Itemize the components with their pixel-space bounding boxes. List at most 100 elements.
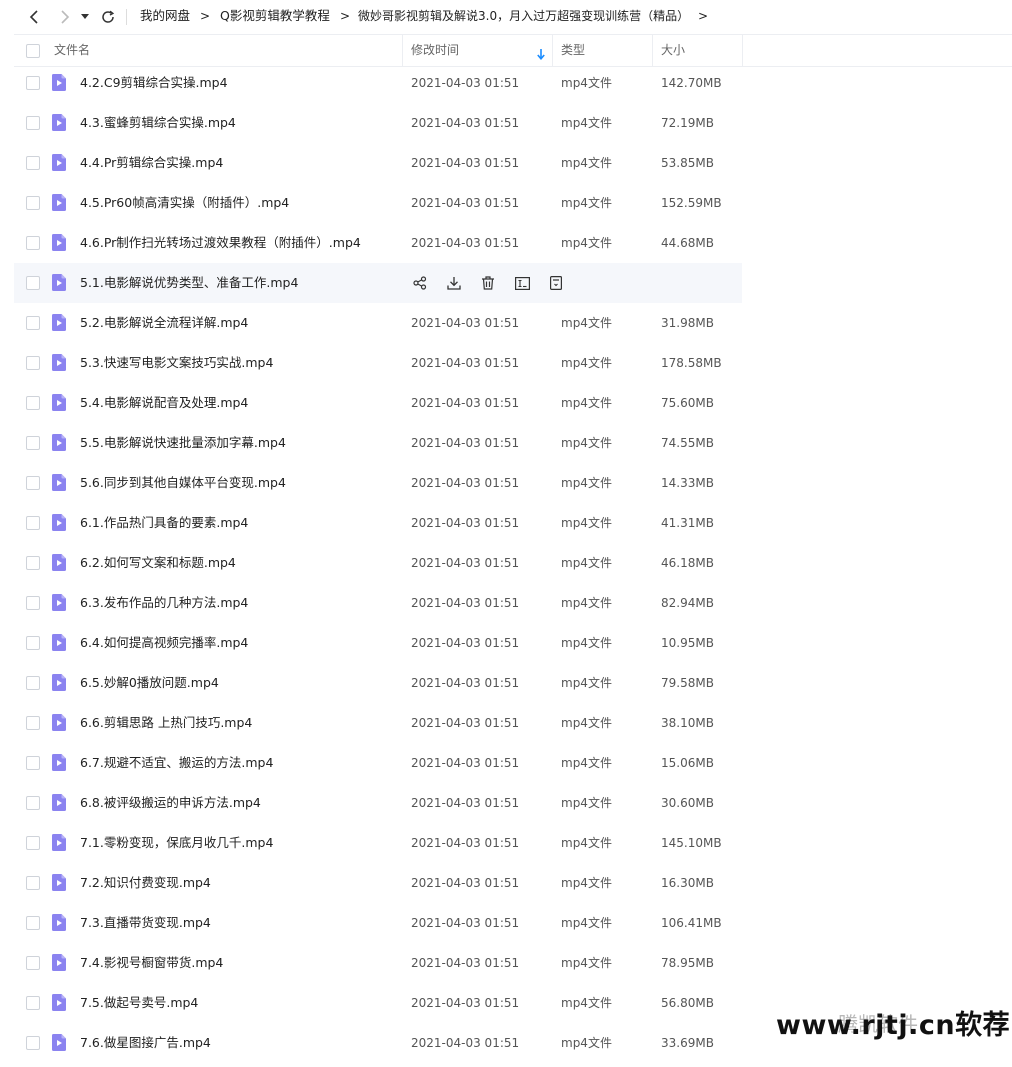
file-name[interactable]: 7.3.直播带货变现.mp4: [80, 903, 211, 943]
file-row[interactable]: 4.5.Pr60帧高清实操（附插件）.mp4 2021-04-03 01:51 mp…: [14, 183, 742, 223]
history-dropdown-button[interactable]: [79, 8, 91, 26]
file-row[interactable]: 6.4.如何提高视频完播率.mp4 2021-04-03 01:51 mp4文件 10…: [14, 623, 742, 663]
video-file-icon: [52, 154, 66, 171]
file-row[interactable]: 7.6.做星图接广告.mp4 2021-04-03 01:51 mp4文件 33.69…: [14, 1023, 742, 1063]
delete-icon[interactable]: [479, 274, 497, 292]
breadcrumb-root[interactable]: 我的网盘: [140, 8, 190, 24]
file-type: mp4文件: [561, 556, 612, 570]
file-row[interactable]: 5.3.快速写电影文案技巧实战.mp4 2021-04-03 01:51 mp4文件…: [14, 343, 742, 383]
breadcrumb-current[interactable]: 微妙哥影视剪辑及解说3.0，月入过万超强变现训练营（精品）: [358, 8, 689, 24]
file-name[interactable]: 4.6.Pr制作扫光转场过渡效果教程（附插件）.mp4: [80, 223, 361, 263]
file-modified-date: 2021-04-03 01:51: [411, 356, 520, 370]
file-row[interactable]: 6.7.规避不适宜、搬运的方法.mp4 2021-04-03 01:51 mp4文件…: [14, 743, 742, 783]
row-checkbox[interactable]: [26, 356, 40, 370]
file-row[interactable]: 7.4.影视号橱窗带货.mp4 2021-04-03 01:51 mp4文件 78.9…: [14, 943, 742, 983]
file-name[interactable]: 7.4.影视号橱窗带货.mp4: [80, 943, 223, 983]
file-row[interactable]: 7.3.直播带货变现.mp4 2021-04-03 01:51 mp4文件 106.4…: [14, 903, 742, 943]
row-checkbox[interactable]: [26, 116, 40, 130]
file-row[interactable]: 5.6.同步到其他自媒体平台变现.mp4 2021-04-03 01:51 mp4文…: [14, 463, 742, 503]
forward-button[interactable]: [56, 8, 74, 26]
row-checkbox[interactable]: [26, 436, 40, 450]
file-row[interactable]: 4.2.C9剪辑综合实操.mp4 2021-04-03 01:51 mp4文件 142…: [14, 63, 742, 103]
file-name[interactable]: 4.4.Pr剪辑综合实操.mp4: [80, 143, 223, 183]
file-name[interactable]: 5.1.电影解说优势类型、准备工作.mp4: [80, 263, 298, 303]
file-row[interactable]: 4.3.蜜蜂剪辑综合实操.mp4 2021-04-03 01:51 mp4文件 72.…: [14, 103, 742, 143]
file-row[interactable]: 6.6.剪辑思路 上热门技巧.mp4 2021-04-03 01:51 mp4文件 3…: [14, 703, 742, 743]
file-type: mp4文件: [561, 796, 612, 810]
file-name[interactable]: 6.7.规避不适宜、搬运的方法.mp4: [80, 743, 273, 783]
row-checkbox[interactable]: [26, 76, 40, 90]
file-row[interactable]: 6.2.如何写文案和标题.mp4 2021-04-03 01:51 mp4文件 46.…: [14, 543, 742, 583]
row-checkbox[interactable]: [26, 316, 40, 330]
file-type: mp4文件: [561, 316, 612, 330]
file-name[interactable]: 6.8.被评级搬运的申诉方法.mp4: [80, 783, 261, 823]
file-row[interactable]: 6.1.作品热门具备的要素.mp4 2021-04-03 01:51 mp4文件 41…: [14, 503, 742, 543]
video-file-icon: [52, 674, 66, 691]
row-checkbox[interactable]: [26, 836, 40, 850]
file-row[interactable]: 5.1.电影解说优势类型、准备工作.mp4: [14, 263, 742, 303]
row-checkbox[interactable]: [26, 196, 40, 210]
row-checkbox[interactable]: [26, 676, 40, 690]
column-modified[interactable]: 修改时间: [411, 35, 459, 66]
file-name[interactable]: 7.1.零粉变现，保底月收几千.mp4: [80, 823, 273, 863]
rename-icon[interactable]: [513, 274, 531, 292]
file-name[interactable]: 5.5.电影解说快速批量添加字幕.mp4: [80, 423, 286, 463]
select-all-checkbox[interactable]: [26, 44, 40, 58]
file-name[interactable]: 6.2.如何写文案和标题.mp4: [80, 543, 236, 583]
file-name[interactable]: 5.2.电影解说全流程详解.mp4: [80, 303, 248, 343]
file-row[interactable]: 7.5.做起号卖号.mp4 2021-04-03 01:51 mp4文件 56.80M…: [14, 983, 742, 1023]
row-checkbox[interactable]: [26, 236, 40, 250]
file-row[interactable]: 5.5.电影解说快速批量添加字幕.mp4 2021-04-03 01:51 mp4文…: [14, 423, 742, 463]
row-checkbox[interactable]: [26, 556, 40, 570]
file-name[interactable]: 5.6.同步到其他自媒体平台变现.mp4: [80, 463, 286, 503]
row-checkbox[interactable]: [26, 276, 40, 290]
row-checkbox[interactable]: [26, 156, 40, 170]
file-name[interactable]: 6.5.妙解0播放问题.mp4: [80, 663, 219, 703]
column-name[interactable]: 文件名: [54, 35, 90, 66]
row-checkbox[interactable]: [26, 796, 40, 810]
file-row[interactable]: 5.4.电影解说配音及处理.mp4 2021-04-03 01:51 mp4文件 75…: [14, 383, 742, 423]
refresh-button[interactable]: [99, 8, 117, 26]
file-name[interactable]: 6.3.发布作品的几种方法.mp4: [80, 583, 248, 623]
file-row[interactable]: 7.1.零粉变现，保底月收几千.mp4 2021-04-03 01:51 mp4文件…: [14, 823, 742, 863]
row-checkbox[interactable]: [26, 916, 40, 930]
row-checkbox[interactable]: [26, 876, 40, 890]
file-name[interactable]: 4.2.C9剪辑综合实操.mp4: [80, 63, 228, 103]
back-button[interactable]: [25, 8, 43, 26]
file-name[interactable]: 7.5.做起号卖号.mp4: [80, 983, 198, 1023]
share-icon[interactable]: [411, 274, 429, 292]
row-checkbox[interactable]: [26, 716, 40, 730]
row-checkbox[interactable]: [26, 476, 40, 490]
column-type[interactable]: 类型: [561, 35, 585, 66]
column-size[interactable]: 大小: [661, 35, 685, 66]
file-name[interactable]: 7.2.知识付费变现.mp4: [80, 863, 211, 903]
file-name[interactable]: 4.3.蜜蜂剪辑综合实操.mp4: [80, 103, 236, 143]
file-row[interactable]: 6.8.被评级搬运的申诉方法.mp4 2021-04-03 01:51 mp4文件 3…: [14, 783, 742, 823]
file-name[interactable]: 6.6.剪辑思路 上热门技巧.mp4: [80, 703, 252, 743]
file-name[interactable]: 4.5.Pr60帧高清实操（附插件）.mp4: [80, 183, 289, 223]
file-name[interactable]: 6.4.如何提高视频完播率.mp4: [80, 623, 248, 663]
file-row[interactable]: 7.2.知识付费变现.mp4 2021-04-03 01:51 mp4文件 16.30…: [14, 863, 742, 903]
row-checkbox[interactable]: [26, 596, 40, 610]
sort-desc-icon[interactable]: [537, 45, 545, 64]
more-icon[interactable]: [547, 274, 565, 292]
file-row[interactable]: 6.3.发布作品的几种方法.mp4 2021-04-03 01:51 mp4文件 82…: [14, 583, 742, 623]
file-name[interactable]: 5.4.电影解说配音及处理.mp4: [80, 383, 248, 423]
download-icon[interactable]: [445, 274, 463, 292]
file-name[interactable]: 7.6.做星图接广告.mp4: [80, 1023, 211, 1063]
file-row[interactable]: 4.4.Pr剪辑综合实操.mp4 2021-04-03 01:51 mp4文件 53.…: [14, 143, 742, 183]
file-name[interactable]: 5.3.快速写电影文案技巧实战.mp4: [80, 343, 273, 383]
row-checkbox[interactable]: [26, 516, 40, 530]
row-checkbox[interactable]: [26, 396, 40, 410]
row-checkbox[interactable]: [26, 756, 40, 770]
file-row[interactable]: 5.2.电影解说全流程详解.mp4 2021-04-03 01:51 mp4文件 31…: [14, 303, 742, 343]
row-checkbox[interactable]: [26, 1036, 40, 1050]
file-row[interactable]: 6.5.妙解0播放问题.mp4 2021-04-03 01:51 mp4文件 79.5…: [14, 663, 742, 703]
file-size: 82.94MB: [661, 596, 714, 610]
file-row[interactable]: 4.6.Pr制作扫光转场过渡效果教程（附插件）.mp4 2021-04-03 01…: [14, 223, 742, 263]
row-checkbox[interactable]: [26, 956, 40, 970]
breadcrumb-folder[interactable]: Q影视剪辑教学教程: [220, 8, 330, 24]
row-checkbox[interactable]: [26, 636, 40, 650]
row-checkbox[interactable]: [26, 996, 40, 1010]
file-name[interactable]: 6.1.作品热门具备的要素.mp4: [80, 503, 248, 543]
